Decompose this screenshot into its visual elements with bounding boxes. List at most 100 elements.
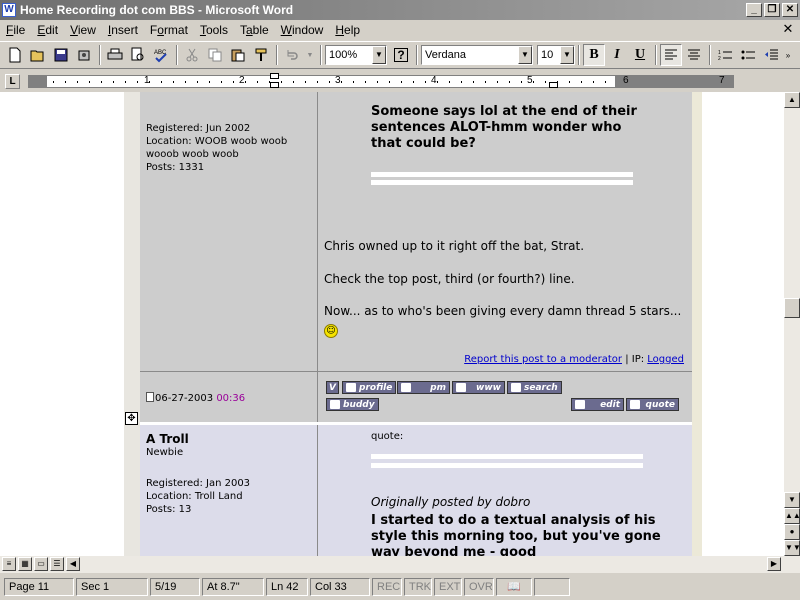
menu-table[interactable]: Table [234,21,275,39]
window-title: Home Recording dot com BBS - Microsoft W… [20,3,294,17]
standard-toolbar: ABC ▼ 100% ▼ ? Verdana ▼ 10 ▼ B I U 1 2 … [0,41,800,69]
www-button-label: www [476,382,501,393]
status-trk[interactable]: TRK [404,578,432,596]
table-move-handle-icon[interactable]: ✥ [125,412,138,425]
originally-posted-by: Originally posted by dobro [371,495,531,509]
toolbar-separator [655,45,657,65]
tab-selector-button[interactable]: L [5,74,20,89]
author-column: Registered: Jun 2002 Location: WOOB woob… [140,92,318,422]
report-post-link[interactable]: Report this post to a moderator [464,354,622,365]
ruler-number: 3 [335,75,341,86]
cut-icon[interactable] [181,44,203,66]
format-painter-icon[interactable] [250,44,272,66]
document-area[interactable]: Registered: Jun 2002 Location: WOOB woob… [0,92,784,556]
quote-label: quote: [371,431,404,442]
v-button[interactable]: V [326,381,339,394]
open-icon[interactable] [27,44,49,66]
ip-logged-link[interactable]: Logged [647,354,684,365]
v-button-label: V [329,382,336,393]
edit-button[interactable]: edit [571,398,624,411]
save-icon[interactable] [50,44,72,66]
outline-view-icon[interactable]: ☰ [50,557,64,571]
first-line-indent-marker[interactable] [270,73,279,79]
previous-page-icon[interactable]: ▲▲ [784,508,800,524]
help-icon[interactable]: ? [390,44,412,66]
font-combo[interactable]: Verdana ▼ [421,45,533,65]
normal-view-icon[interactable]: ≡ [2,557,16,571]
spelling-status-icon[interactable]: 📖 [496,578,532,596]
ruler-tick [365,81,366,83]
underline-button[interactable]: U [629,44,651,66]
profile-button[interactable]: profile [342,381,397,394]
menu-file[interactable]: File [0,21,31,39]
paste-icon[interactable] [227,44,249,66]
vertical-scrollbar[interactable]: ▲ ▼ ▲▲ ● ▼▼ [784,92,800,556]
print-icon[interactable] [104,44,126,66]
permission-icon[interactable] [73,44,95,66]
pm-button[interactable]: pm [397,381,450,394]
new-icon[interactable] [4,44,26,66]
menu-insert[interactable]: Insert [102,21,144,39]
scrollbar-thumb[interactable] [784,298,800,318]
print-layout-view-icon[interactable]: ▭ [34,557,48,571]
restore-button[interactable]: ❐ [764,3,780,17]
menu-view-label: View [70,23,96,37]
word-app-icon[interactable]: W [2,3,16,17]
scroll-right-icon[interactable]: ▶ [767,557,781,571]
redo-icon[interactable]: ▼ [304,44,316,66]
font-size-combo[interactable]: 10 ▼ [537,45,575,65]
menu-window-label: Window [280,23,324,37]
bullets-icon[interactable] [737,44,759,66]
chevron-down-icon[interactable]: ▼ [372,46,386,64]
menu-tools[interactable]: Tools [194,21,234,39]
menu-edit[interactable]: Edit [31,21,64,39]
undo-icon[interactable] [281,44,303,66]
copy-icon[interactable] [204,44,226,66]
post-date: 06-27-2003 00:36 [146,392,245,404]
status-ext[interactable]: EXT [434,578,462,596]
menu-view[interactable]: View [64,21,102,39]
status-bar: Page 11 Sec 1 5/19 At 8.7" Ln 42 Col 33 … [0,574,800,600]
menu-window[interactable]: Window [275,21,330,39]
align-center-icon[interactable] [683,44,705,66]
forum-post: Registered: Jun 2002 Location: WOOB woob… [140,92,692,422]
chevron-down-icon[interactable]: ▼ [518,46,532,64]
horizontal-ruler[interactable]: 1 2 3 4 5 6 7 [28,73,734,88]
decrease-indent-icon[interactable] [760,44,782,66]
left-indent-marker[interactable] [270,82,279,88]
quote-button[interactable]: quote [626,398,679,411]
status-rec[interactable]: REC [372,578,402,596]
ruler-tick [545,81,546,83]
zoom-combo[interactable]: 100% ▼ [325,45,387,65]
chevron-down-icon[interactable]: ▼ [560,46,574,64]
bold-button[interactable]: B [583,44,605,66]
www-button[interactable]: www [452,381,505,394]
next-page-icon[interactable]: ▼▼ [784,540,800,556]
menu-tools-label: Tools [199,23,228,37]
minimize-button[interactable]: _ [746,3,762,17]
profile-button-label: profile [359,382,393,393]
author-name[interactable]: A Troll [146,432,189,446]
select-browse-object-icon[interactable]: ● [784,524,800,540]
horizontal-scrollbar[interactable]: ≡ ▦ ▭ ☰ ◀ ▶ [0,556,800,573]
scroll-up-icon[interactable]: ▲ [784,92,800,108]
menu-help[interactable]: Help [329,21,366,39]
close-button[interactable]: ✕ [782,3,798,17]
web-layout-view-icon[interactable]: ▦ [18,557,32,571]
buddy-button[interactable]: buddy [326,398,379,411]
menu-format[interactable]: Format [144,21,194,39]
numbering-icon[interactable]: 12 [714,44,736,66]
scroll-down-icon[interactable]: ▼ [784,492,800,508]
spelling-icon[interactable]: ABC [150,44,172,66]
author-meta: Registered: Jun 2002 Location: WOOB woob… [146,122,317,174]
status-ovr[interactable]: OVR [464,578,494,596]
italic-button[interactable]: I [606,44,628,66]
document-close-icon[interactable]: ✕ [780,22,796,37]
toolbar-overflow-icon[interactable]: » [783,44,793,66]
align-left-icon[interactable] [660,44,682,66]
search-button[interactable]: search [507,381,562,394]
ruler-tick [521,81,522,83]
scroll-left-icon[interactable]: ◀ [66,557,80,571]
print-preview-icon[interactable] [127,44,149,66]
ruler-number: 2 [239,75,245,86]
